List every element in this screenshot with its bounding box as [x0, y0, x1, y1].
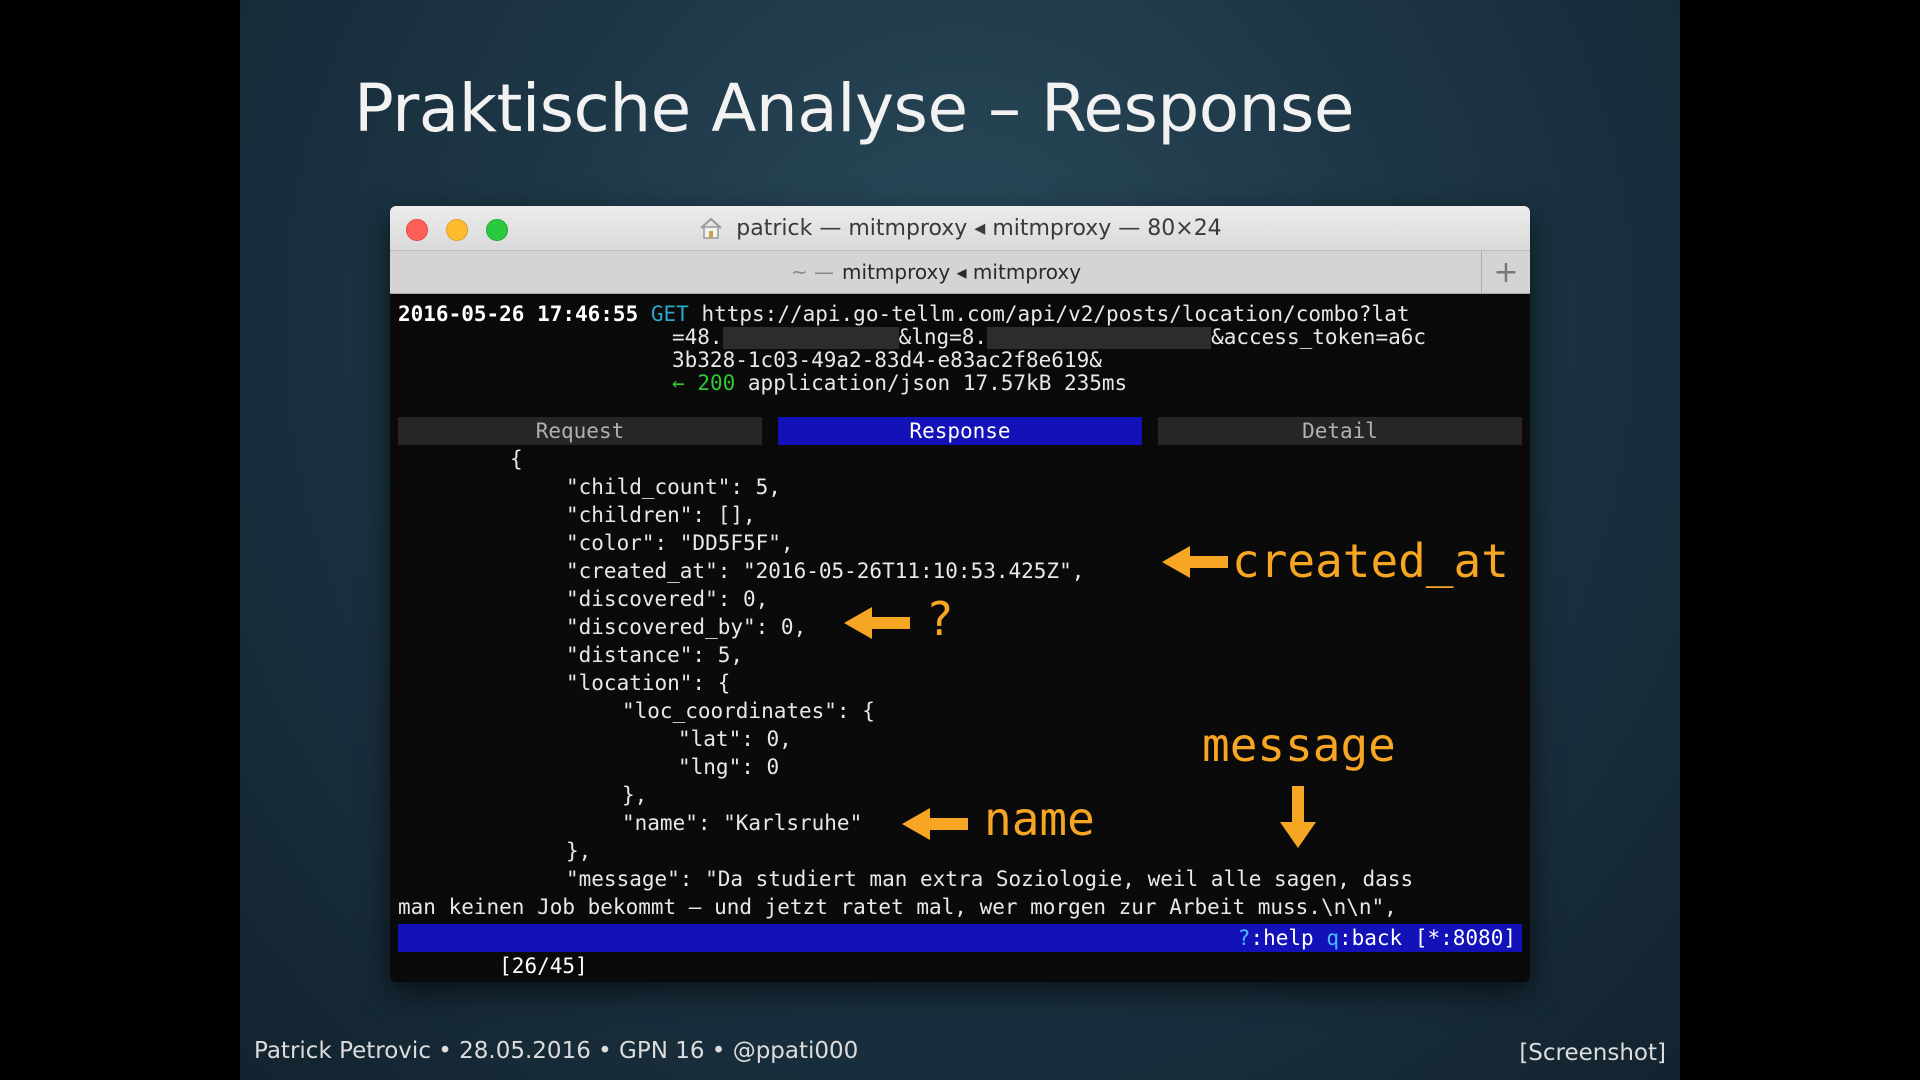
window-title: patrick — mitmproxy ◂ mitmproxy — 80×24 [736, 215, 1222, 241]
json-line: "name": "Karlsruhe" [622, 811, 863, 835]
status-code: 200 [697, 371, 736, 395]
json-line: "lng": 0 [678, 755, 780, 779]
tab-title: mitmproxy ◂ mitmproxy [842, 260, 1082, 284]
json-line: man keinen Job bekommt – und jetzt ratet… [398, 895, 1397, 919]
json-line: "discovered": 0, [566, 587, 769, 611]
tab-request[interactable]: Request [398, 417, 762, 445]
terminal-window: patrick — mitmproxy ◂ mitmproxy — 80×24 … [390, 206, 1530, 982]
json-line: "lat": 0, [678, 727, 792, 751]
back-key[interactable]: q [1326, 926, 1339, 950]
help-key[interactable]: ? [1238, 926, 1251, 950]
back-label: :back [1338, 926, 1403, 950]
help-label: :help [1250, 926, 1314, 950]
slide-title: Praktische Analyse – Response [354, 70, 1355, 147]
slide: Praktische Analyse – Response patrick — … [240, 0, 1680, 1080]
arrow-left-icon [902, 808, 968, 840]
json-line: "child_count": 5, [566, 475, 781, 499]
arrow-left-icon [1162, 546, 1228, 578]
json-line: "message": "Da studiert man extra Soziol… [566, 867, 1414, 891]
json-line: "color": "DD5F5F", [566, 531, 794, 555]
status-bar-shortcuts: ?:help q:back [*:8080] [1238, 924, 1516, 952]
json-line: }, [622, 783, 648, 807]
annotation-message: message [1202, 718, 1396, 772]
annotation-created-at: created_at [1232, 534, 1509, 588]
slide-footer: Patrick Petrovic • 28.05.2016 • GPN 16 •… [254, 1038, 859, 1064]
json-line: }, [566, 839, 592, 863]
response-arrow-icon: ← [672, 371, 685, 395]
terminal-content[interactable]: 2016-05-26 17:46:55 GET https://api.go-t… [390, 294, 1530, 982]
json-line: "created_at": "2016-05-26T11:10:53.425Z"… [566, 559, 1085, 583]
json-line: "location": { [566, 671, 731, 695]
json-line: "distance": 5, [566, 643, 744, 667]
annotation-question: ? [926, 592, 954, 646]
screenshot-tag: [Screenshot] [1519, 1040, 1666, 1066]
proxy-port: [*:8080] [1414, 926, 1516, 950]
tab-prefix: ~ — [790, 260, 835, 284]
home-icon [700, 217, 722, 239]
terminal-tab[interactable]: ~ — mitmproxy ◂ mitmproxy [390, 251, 1482, 293]
response-info: application/json 17.57kB 235ms [747, 371, 1128, 395]
terminal-tab-bar: ~ — mitmproxy ◂ mitmproxy + [390, 250, 1530, 294]
status-bar: [26/45] ?:help q:back [*:8080] [398, 924, 1522, 978]
view-tabs: Request Response Detail [398, 417, 1522, 445]
arrow-down-icon [1280, 786, 1316, 848]
json-line: { [510, 447, 523, 471]
window-title-wrap: patrick — mitmproxy ◂ mitmproxy — 80×24 [390, 206, 1530, 250]
window-titlebar[interactable]: patrick — mitmproxy ◂ mitmproxy — 80×24 [390, 206, 1530, 250]
flow-timestamp: 2016-05-26 17:46:55 [398, 302, 639, 326]
arrow-left-icon [844, 607, 910, 639]
annotation-name: name [984, 792, 1095, 846]
new-tab-button[interactable]: + [1481, 251, 1530, 293]
flow-position: [26/45] [499, 954, 588, 978]
flow-url-token: &access_token=a6c [1211, 325, 1427, 349]
json-line: "loc_coordinates": { [622, 699, 875, 723]
json-line: "discovered_by": 0, [566, 615, 807, 639]
json-line: "children": [], [566, 503, 756, 527]
flow-response-line: ← 200 application/json 17.57kB 235ms [672, 369, 1127, 397]
tab-response[interactable]: Response [778, 417, 1142, 445]
tab-detail[interactable]: Detail [1158, 417, 1522, 445]
